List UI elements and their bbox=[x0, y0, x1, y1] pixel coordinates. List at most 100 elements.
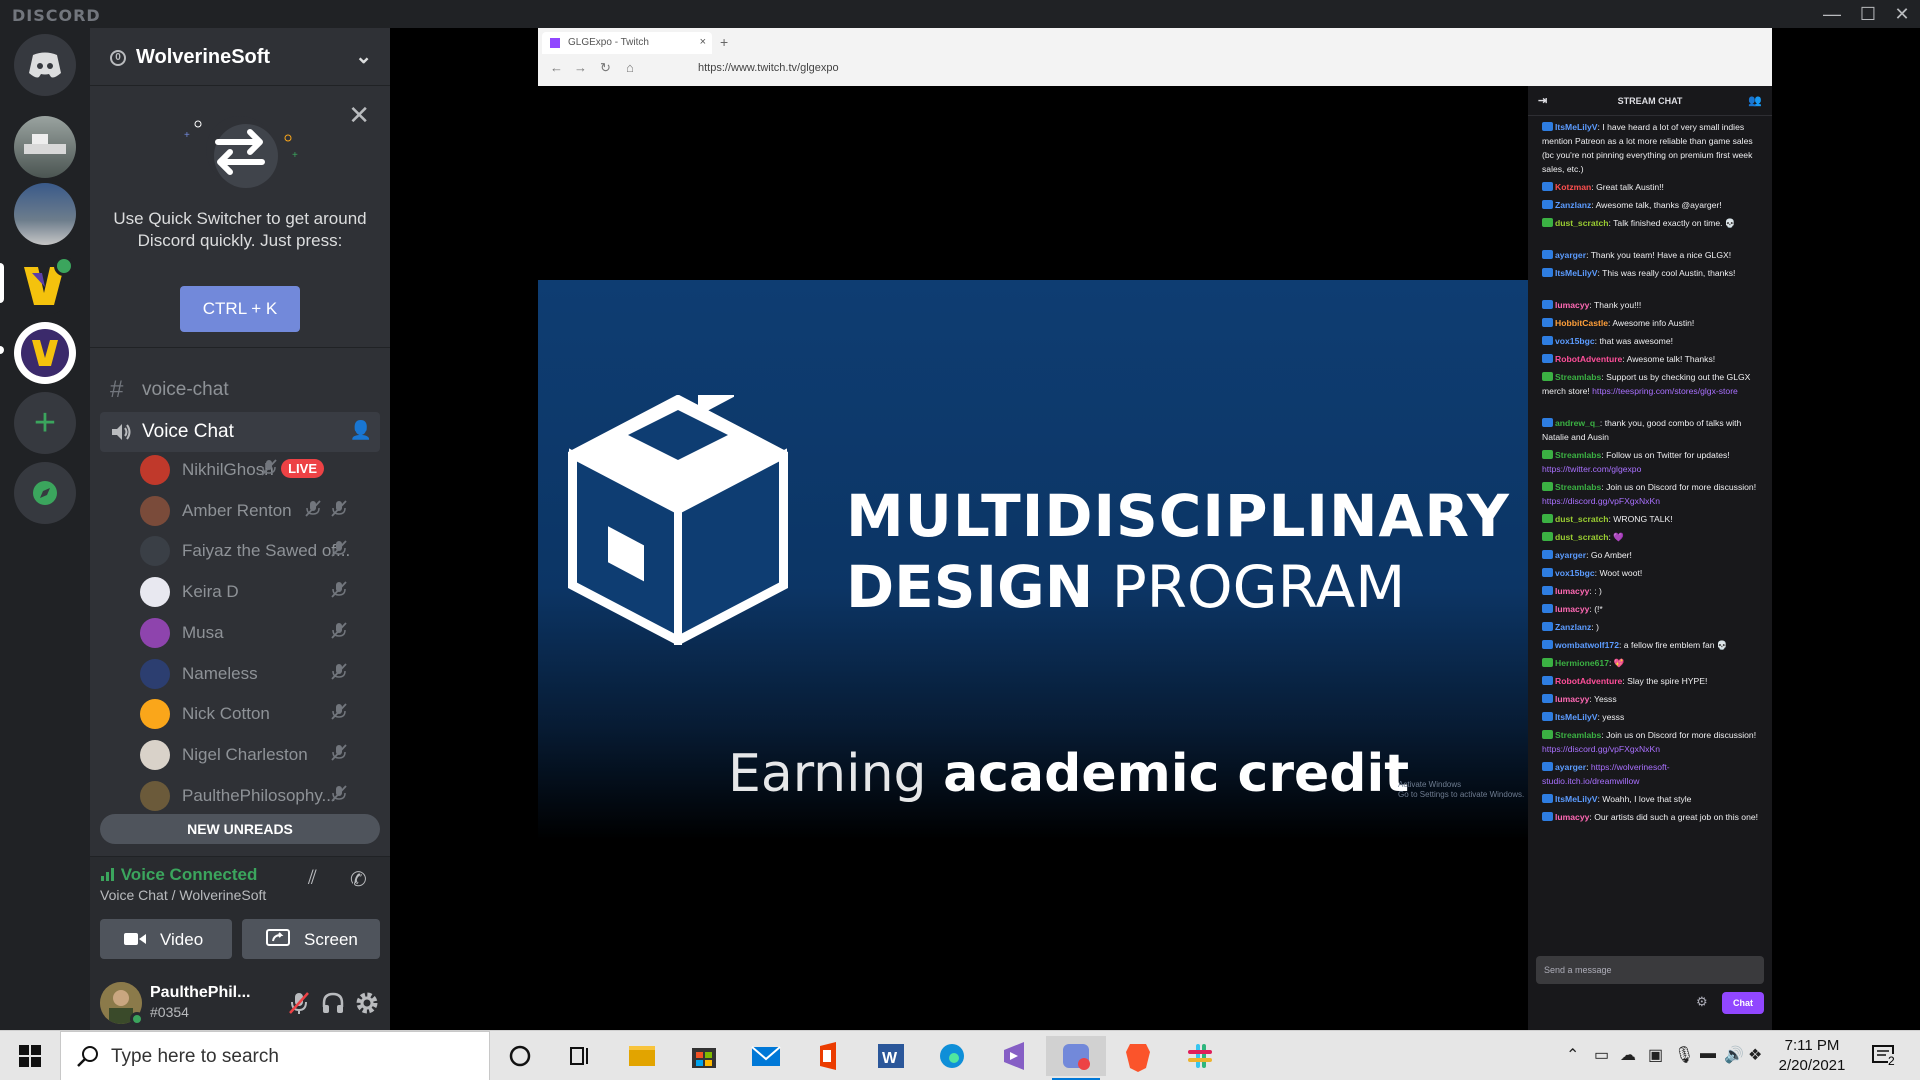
chat-text: Our artists did such a great job on this… bbox=[1594, 812, 1759, 822]
add-server-button[interactable]: + bbox=[14, 392, 76, 454]
chat-text: a fellow fire emblem fan 💀 bbox=[1623, 640, 1728, 650]
muted-mic-icon bbox=[330, 662, 348, 682]
word-icon[interactable]: W bbox=[860, 1036, 920, 1076]
disconnect-icon[interactable]: ✆ bbox=[350, 867, 367, 892]
onedrive-icon[interactable]: ☁ bbox=[1620, 1045, 1636, 1065]
edge-icon[interactable] bbox=[922, 1036, 982, 1076]
voice-user[interactable]: PaulthePhilosophy... bbox=[140, 778, 370, 814]
chat-badge-icon bbox=[1542, 372, 1553, 381]
voice-user[interactable]: Musa bbox=[140, 615, 370, 651]
file-explorer-icon[interactable] bbox=[612, 1036, 672, 1076]
video-button[interactable]: Video bbox=[100, 919, 232, 959]
tablet-icon[interactable]: ▭ bbox=[1594, 1045, 1609, 1065]
channel-name: Voice Chat bbox=[142, 421, 234, 442]
live-badge: LIVE bbox=[281, 459, 324, 478]
chat-text: yesss bbox=[1602, 712, 1625, 722]
user-panel: PaulthePhil... #0354 bbox=[90, 976, 390, 1030]
chat-text: Great talk Austin!! bbox=[1596, 182, 1664, 192]
channel-voice-chat-text[interactable]: # voice-chat bbox=[100, 370, 380, 410]
server-icon-2[interactable] bbox=[14, 183, 76, 245]
windows-logo-icon bbox=[19, 1045, 41, 1067]
mute-mic-icon[interactable] bbox=[286, 990, 312, 1016]
voice-user[interactable]: Keira D bbox=[140, 574, 370, 610]
users-icon: 👥 bbox=[1748, 95, 1762, 107]
voice-user[interactable]: Amber Renton bbox=[140, 493, 370, 529]
chat-message: RobotAdventure: Awesome talk! Thanks! bbox=[1542, 352, 1764, 366]
taskbar-clock[interactable]: 7:11 PM 2/20/2021 bbox=[1762, 1036, 1862, 1076]
muted-mic-icon bbox=[260, 458, 278, 478]
clock-date: 2/20/2021 bbox=[1778, 1057, 1846, 1074]
store-icon[interactable] bbox=[674, 1036, 734, 1076]
screen-share-button[interactable]: Screen bbox=[242, 919, 380, 959]
cortana-icon[interactable] bbox=[490, 1036, 550, 1076]
add-member-icon[interactable]: 👤 bbox=[350, 420, 372, 441]
voice-user[interactable]: NikhilGhosh LIVE bbox=[140, 452, 370, 488]
chat-badge-icon bbox=[1542, 694, 1553, 703]
voice-connected-status[interactable]: Voice Connected bbox=[100, 865, 257, 885]
camera-tray-icon[interactable]: ▣ bbox=[1648, 1045, 1663, 1065]
close-window-button[interactable]: ✕ bbox=[1884, 0, 1920, 28]
boost-badge: 0 bbox=[110, 50, 126, 66]
chat-link: https://discord.gg/vpFXgxNxKn bbox=[1542, 744, 1660, 754]
discord-taskbar-icon[interactable] bbox=[1046, 1036, 1106, 1080]
voice-channel-path[interactable]: Voice Chat / WolverineSoft bbox=[100, 887, 266, 903]
task-view-icon[interactable] bbox=[550, 1036, 610, 1076]
volume-icon[interactable]: 🔊 bbox=[1724, 1045, 1744, 1065]
stream-viewer[interactable]: GLGExpo - Twitch × + ← → ↻ ⌂ https://www… bbox=[390, 28, 1920, 1030]
guild-header[interactable]: 0 WolverineSoft ⌄ bbox=[90, 28, 390, 86]
chat-username: dust_scratch bbox=[1555, 514, 1609, 524]
headphones-icon[interactable] bbox=[320, 990, 346, 1016]
brave-icon[interactable] bbox=[1108, 1036, 1168, 1076]
show-hidden-icons[interactable]: ⌃ bbox=[1566, 1045, 1579, 1065]
chat-badge-icon bbox=[1542, 730, 1553, 739]
noise-suppression-icon[interactable]: ⫽ bbox=[308, 867, 317, 890]
plus-icon: + bbox=[33, 401, 57, 444]
battery-icon[interactable]: ▬ bbox=[1700, 1045, 1716, 1063]
chat-text: Join us on Discord for more discussion! bbox=[1606, 482, 1757, 492]
username[interactable]: PaulthePhil... bbox=[150, 984, 250, 1002]
dropbox-icon[interactable]: ❖ bbox=[1748, 1045, 1762, 1065]
avatar bbox=[140, 739, 170, 770]
office-logo-icon bbox=[820, 1042, 836, 1070]
chat-badge-icon bbox=[1542, 182, 1553, 191]
chat-message: Kotzman: Great talk Austin!! bbox=[1542, 180, 1764, 194]
chat-message: Zanzlanz: Awesome talk, thanks @ayarger! bbox=[1542, 198, 1764, 212]
voice-user-name: Nick Cotton bbox=[182, 704, 270, 724]
chat-message: ayarger: Go Amber! bbox=[1542, 548, 1764, 562]
minimize-button[interactable]: — bbox=[1814, 0, 1850, 28]
mail-icon[interactable] bbox=[736, 1036, 796, 1076]
home-button[interactable] bbox=[14, 34, 76, 96]
maximize-button[interactable]: ☐ bbox=[1850, 0, 1886, 28]
server-icon-1[interactable] bbox=[14, 116, 76, 178]
office-icon[interactable] bbox=[798, 1036, 858, 1076]
chat-message: Streamlabs: Join us on Discord for more … bbox=[1542, 482, 1757, 506]
slide-title-line2: DESIGN PROGRAM bbox=[846, 553, 1405, 621]
voice-user-name: PaulthePhilosophy... bbox=[182, 785, 336, 805]
avatar bbox=[140, 699, 170, 730]
close-icon[interactable]: ✕ bbox=[348, 100, 370, 131]
settings-gear-icon[interactable] bbox=[354, 990, 380, 1016]
quick-switcher-shortcut-button[interactable]: CTRL + K bbox=[180, 286, 300, 332]
chat-message: lumacyy: Yesss bbox=[1542, 692, 1764, 706]
voice-user[interactable]: Nigel Charleston bbox=[140, 737, 370, 773]
svg-text:+: + bbox=[184, 130, 190, 141]
chat-username: HobbitCastle bbox=[1555, 318, 1608, 328]
chat-message: HobbitCastle: Awesome info Austin! bbox=[1542, 316, 1764, 330]
slack-icon[interactable] bbox=[1170, 1036, 1230, 1076]
voice-user[interactable]: Nameless bbox=[140, 656, 370, 692]
chat-username: ayarger bbox=[1555, 550, 1587, 560]
slide-title-design: DESIGN bbox=[846, 553, 1094, 621]
channel-voice-chat[interactable]: Voice Chat 👤 bbox=[100, 412, 380, 452]
start-button[interactable] bbox=[0, 1031, 60, 1080]
server-icon-wolverinesoft[interactable] bbox=[14, 322, 76, 384]
notifications-icon[interactable]: 2 bbox=[1872, 1044, 1898, 1073]
microphone-icon[interactable]: 🎙 bbox=[1674, 1045, 1694, 1065]
taskbar-search-box[interactable]: Type here to search bbox=[60, 1031, 490, 1080]
voice-user[interactable]: Nick Cotton bbox=[140, 696, 370, 732]
avatar bbox=[140, 780, 170, 811]
explore-servers-button[interactable] bbox=[14, 462, 76, 524]
voice-user[interactable]: Faiyaz the Sawed of... bbox=[140, 533, 370, 569]
new-unreads-button[interactable]: NEW UNREADS bbox=[100, 814, 380, 844]
visual-studio-icon[interactable] bbox=[984, 1036, 1044, 1076]
svg-text:W: W bbox=[882, 1050, 898, 1067]
